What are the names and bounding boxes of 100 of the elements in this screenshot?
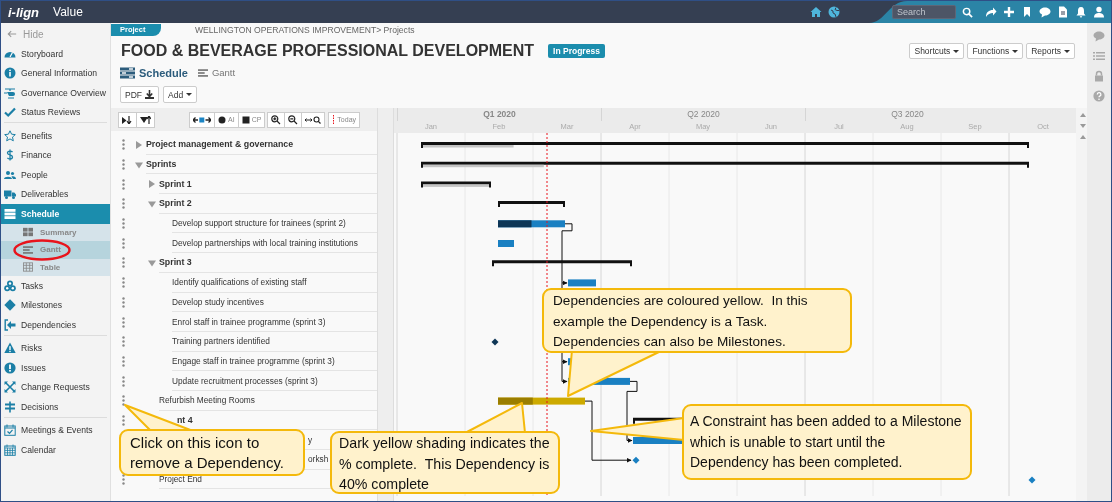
task-name: Refurbish Meeting Rooms [159,395,255,406]
task-name: Develop partnerships with local training institutions [172,237,358,248]
task-name: Sprint 2 [159,198,192,209]
task-name: Develop support structure for trainees (sprint 2) [172,218,346,229]
expand-arrow-icon[interactable] [148,180,156,189]
globe-icon[interactable] [828,6,840,18]
comment-icon[interactable] [1039,6,1051,18]
collapse-all-button[interactable] [136,111,155,128]
bell-icon[interactable] [1075,6,1087,18]
scroll-to-task-button[interactable] [189,111,215,128]
expand-arrow-icon[interactable] [135,140,143,149]
pdf-button[interactable]: PDF [120,86,159,103]
bookmark-icon[interactable] [1021,6,1033,18]
drag-handle-icon[interactable] [121,257,125,269]
info-icon [4,67,16,80]
lock-icon[interactable] [1093,70,1105,82]
project-title: FOOD & BEVERAGE PROFESSIONAL DEVELOPMENT [121,42,535,60]
collapse-arrow-icon[interactable] [148,199,156,208]
drag-handle-icon[interactable] [121,139,125,151]
share-icon[interactable] [985,6,997,18]
drag-handle-icon[interactable] [121,414,125,426]
breadcrumb: WELLINGTON OPERATIONS IMPROVEMENT> Projects [195,24,415,35]
sidebar-item[interactable]: Decisions [1,397,110,417]
square-icon [241,115,250,124]
task-name: Identify qualifications of existing staff [172,277,307,288]
gantt-icon [23,244,33,255]
logo[interactable]: i-lign [8,4,40,20]
sidebar-item[interactable]: Benefits [1,126,110,146]
menu-button[interactable]: Functions [967,43,1024,59]
task-name: Enrol staff in trainee programme (sprint 3) [172,316,326,327]
scroll-up-icon[interactable] [1079,113,1086,117]
drag-handle-icon[interactable] [121,296,125,308]
sidebar-item[interactable]: Deliverables [1,184,110,204]
product-name: Value [53,5,83,19]
drag-handle-icon[interactable] [121,218,125,230]
collapse-all-icon [140,115,151,124]
list-icon[interactable] [1093,50,1105,62]
sidebar-item[interactable]: Change Requests [1,377,110,397]
sidebar-item[interactable]: Risks [1,338,110,358]
quarter-label: Q3 2020 [805,108,1009,121]
drag-handle-icon[interactable] [121,375,125,387]
home-icon[interactable] [810,6,822,18]
task-name: Update recruitment processes (sprint 3) [172,375,318,386]
help-icon[interactable] [1093,90,1105,102]
caret-icon [953,49,960,53]
menu-button[interactable]: Reports [1026,43,1075,59]
scroll-up-icon[interactable] [1079,135,1086,139]
sidebar-item[interactable]: Dependencies [1,315,110,335]
task-bar [568,279,596,287]
circle-icon [218,115,226,124]
sidebar-item[interactable]: Storyboard [1,44,110,64]
sidebar-item[interactable]: Issues [1,358,110,378]
drag-handle-icon[interactable] [121,198,125,210]
zoom-in-icon [271,114,282,125]
sidebar-item[interactable]: Meetings & Events [1,420,110,440]
drag-handle-icon[interactable] [121,178,125,190]
zoom-in-button[interactable] [267,111,286,128]
schedule-icon [120,66,135,79]
sidebar-item[interactable]: Status Reviews [1,102,110,122]
cubes-icon [4,279,16,292]
sidebar-item[interactable]: People [1,165,110,185]
plus-icon[interactable] [1003,6,1015,18]
task-name: orksh [308,454,329,465]
calendar-icon [4,443,16,456]
scroll-to-task-icon [193,115,211,124]
sidebar-item[interactable]: Schedule [1,204,110,224]
drag-handle-icon[interactable] [121,237,125,249]
add-button[interactable]: Add [163,86,198,103]
comment-icon[interactable] [1093,30,1105,42]
calendar-check-icon [4,424,16,437]
task-name: Training partners identified [172,336,270,347]
today-marker-icon [332,115,336,124]
callout-note: A Constraint has been added to a Milestone which is unable to start until the Dependency has been completed. [682,404,972,480]
drag-handle-icon[interactable] [121,316,125,328]
drag-handle-icon[interactable] [121,474,125,486]
scroll-down-icon[interactable] [1079,124,1086,128]
sidebar-item[interactable]: Tasks [1,276,110,296]
fit-zoom-button[interactable] [301,111,326,128]
sidebar-item[interactable]: Finance [1,145,110,165]
sidebar-item[interactable]: Calendar [1,440,110,460]
drag-handle-icon[interactable] [121,395,125,407]
sidebar-item[interactable]: Governance Overview [1,83,110,103]
search-icon[interactable] [962,6,973,18]
sidebar-item[interactable]: General Information [1,63,110,83]
collapse-arrow-icon[interactable] [148,258,156,267]
drag-handle-icon[interactable] [121,355,125,367]
sidebar-item[interactable]: Milestones [1,295,110,315]
menu-button[interactable]: Shortcuts [909,43,965,59]
zoom-out-button[interactable] [284,111,303,128]
drag-handle-icon[interactable] [121,277,125,289]
drag-handle-icon[interactable] [121,336,125,348]
drag-handle-icon[interactable] [121,159,125,171]
collapse-arrow-icon[interactable] [135,160,143,169]
user-icon[interactable] [1093,6,1105,18]
search-field[interactable]: Search [892,5,956,19]
expand-all-button[interactable] [118,111,137,128]
truck-icon [4,188,16,201]
quarter-label: Q1 2020 [397,108,601,121]
caret-icon [1064,49,1070,53]
document-icon[interactable] [1057,6,1069,18]
